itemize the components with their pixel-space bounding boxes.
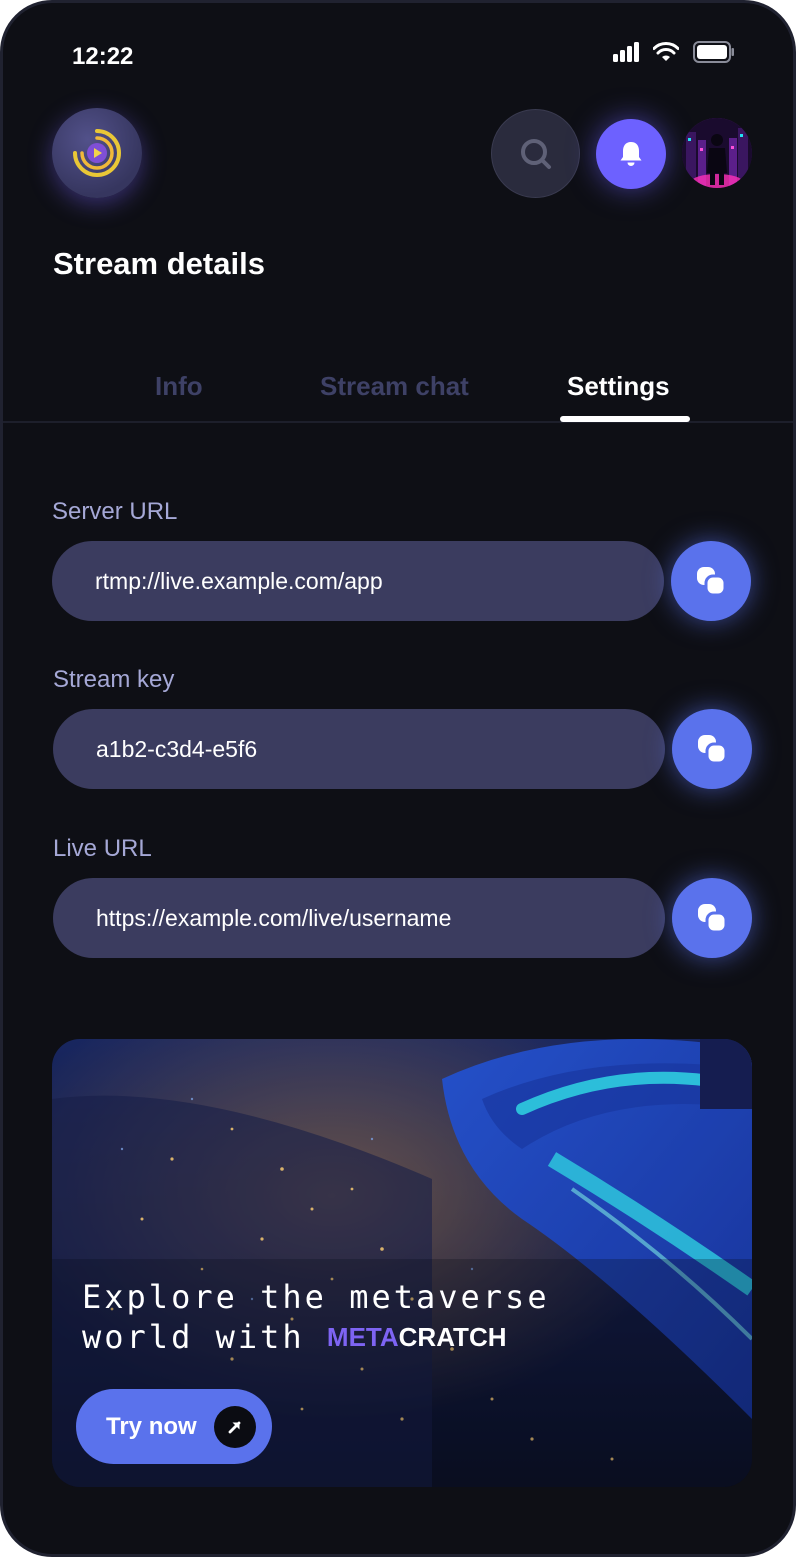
copy-live-url-button[interactable] [672,878,752,958]
copy-icon [698,904,728,934]
brand-logo: METACRATCH [327,1317,507,1357]
live-url-field[interactable]: https://example.com/live/username [53,878,665,958]
stream-key-field[interactable]: a1b2-c3d4-e5f6 [53,709,665,789]
stream-key-label: Stream key [53,666,175,693]
status-time: 12:22 [72,43,134,70]
page-title: Stream details [53,246,265,281]
signal-icon [613,42,639,62]
arrow-up-right-icon [214,1406,256,1448]
stream-key-value: a1b2-c3d4-e5f6 [96,735,258,762]
status-icons [613,41,735,63]
phone-screen: 12:22 Stream details Info Stream chat Se… [0,0,796,1557]
promo-headline: Explore the metaverse world with METACRA… [82,1277,550,1357]
copy-icon [697,567,727,597]
avatar[interactable] [682,118,752,188]
server-url-field[interactable]: rtmp://live.example.com/app [52,541,664,621]
search-icon [520,138,551,169]
wifi-icon [653,42,679,61]
bell-icon [620,142,642,166]
battery-icon [693,41,734,63]
play-logo-icon [73,129,121,177]
brand-logo-cratch: CRATCH [398,1322,507,1352]
tab-bar: Info Stream chat Settings [3,363,793,423]
promo-headline-line2: world with METACRATCH [82,1317,550,1357]
server-url-label: Server URL [52,498,178,525]
live-url-value: https://example.com/live/username [96,904,452,931]
notifications-button[interactable] [596,119,666,189]
tab-settings[interactable]: Settings [567,371,670,402]
promo-headline-line1: Explore the metaverse [82,1278,550,1316]
promo-banner[interactable]: Explore the metaverse world with METACRA… [52,1039,752,1487]
try-now-button[interactable]: Try now [76,1389,272,1464]
server-url-value: rtmp://live.example.com/app [95,567,383,594]
tab-info[interactable]: Info [155,371,203,402]
try-now-label: Try now [106,1412,197,1440]
brand-logo-meta: META [326,1322,399,1352]
copy-stream-key-button[interactable] [672,709,752,789]
tab-stream-chat[interactable]: Stream chat [320,371,469,402]
app-logo-button[interactable] [52,108,142,198]
avatar-image [682,118,752,188]
active-tab-indicator [560,416,690,422]
live-url-label: Live URL [53,835,152,862]
search-button[interactable] [491,109,580,198]
copy-icon [698,735,728,765]
copy-server-url-button[interactable] [671,541,751,621]
promo-headline-line2-text: world with [82,1318,305,1356]
